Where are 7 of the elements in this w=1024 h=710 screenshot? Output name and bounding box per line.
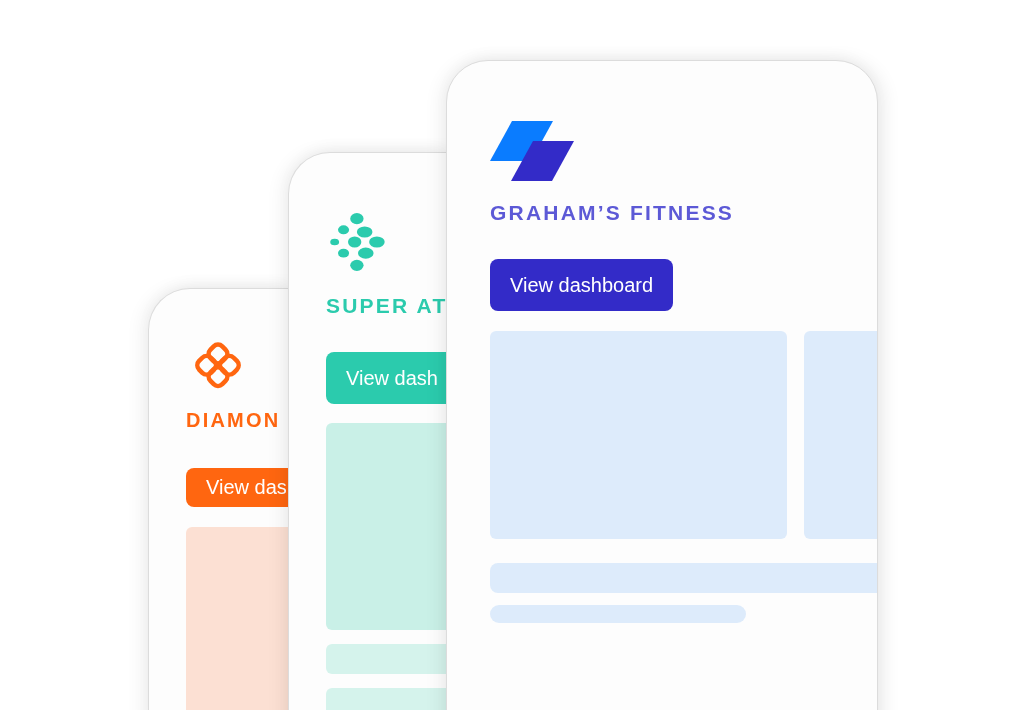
view-dashboard-button[interactable]: View das: [186, 467, 289, 507]
brand-name: GRAHAM’S FITNESS: [490, 201, 735, 225]
view-dashboard-button[interactable]: View dash: [326, 352, 447, 404]
parallelograms-logo-icon: [490, 121, 574, 181]
view-dashboard-button[interactable]: View dashboard: [490, 259, 674, 311]
brand-name: DIAMON: [186, 407, 281, 432]
brand-name: SUPER AT: [326, 294, 447, 318]
